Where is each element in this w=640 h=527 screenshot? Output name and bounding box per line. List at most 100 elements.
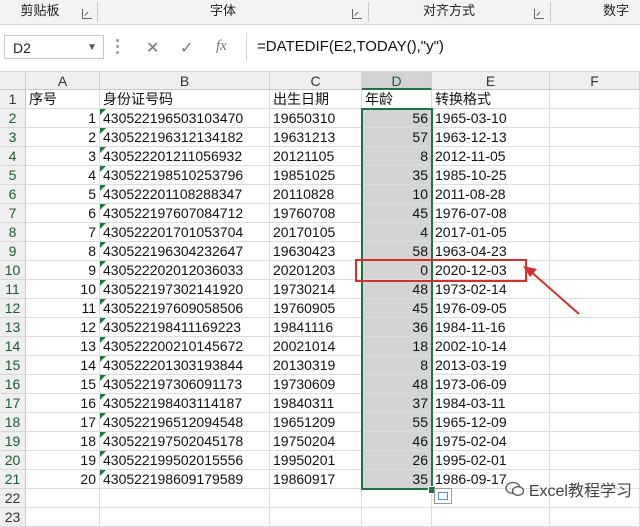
cell-b[interactable] (100, 489, 270, 508)
column-header-f[interactable]: F (550, 72, 640, 90)
cell-f[interactable] (550, 413, 640, 432)
cell-a[interactable]: 10 (26, 280, 100, 299)
alignment-launcher-icon[interactable] (534, 9, 544, 19)
cell-e[interactable]: 1973-06-09 (432, 375, 550, 394)
row-header[interactable]: 10 (0, 261, 26, 280)
row-header[interactable]: 22 (0, 489, 26, 508)
cell-b[interactable]: 430522198403114187 (100, 394, 270, 413)
cell-b[interactable]: 430522201303193844 (100, 356, 270, 375)
cell-e[interactable]: 1984-03-11 (432, 394, 550, 413)
cell-d[interactable]: 35 (362, 166, 432, 185)
row-header[interactable]: 7 (0, 204, 26, 223)
row-header[interactable]: 4 (0, 147, 26, 166)
cell-c[interactable]: 19760905 (270, 299, 362, 318)
cell-b[interactable]: 430522196312134182 (100, 128, 270, 147)
cell-c[interactable] (270, 489, 362, 508)
cell-d[interactable]: 58 (362, 242, 432, 261)
clipboard-launcher-icon[interactable] (82, 9, 92, 19)
select-all-corner[interactable] (0, 72, 26, 90)
row-header[interactable]: 6 (0, 185, 26, 204)
row-header[interactable]: 13 (0, 318, 26, 337)
column-header-e[interactable]: E (432, 72, 550, 90)
cell-f[interactable] (550, 318, 640, 337)
cell-c[interactable]: 19730609 (270, 375, 362, 394)
cell-d[interactable]: 56 (362, 109, 432, 128)
cell-d[interactable]: 8 (362, 147, 432, 166)
cell-f[interactable] (550, 337, 640, 356)
cell-d[interactable]: 48 (362, 375, 432, 394)
cell-c[interactable] (270, 508, 362, 527)
column-header-b[interactable]: B (100, 72, 270, 90)
cell-f[interactable] (550, 451, 640, 470)
row-header[interactable]: 9 (0, 242, 26, 261)
cell-f[interactable] (550, 185, 640, 204)
column-header-c[interactable]: C (270, 72, 362, 90)
cell-c[interactable]: 19651209 (270, 413, 362, 432)
cell-a[interactable]: 4 (26, 166, 100, 185)
header-cell-e[interactable]: 转换格式 (432, 90, 550, 109)
cell-b[interactable]: 430522197609058506 (100, 299, 270, 318)
cell-a[interactable]: 11 (26, 299, 100, 318)
cell-e[interactable]: 1984-11-16 (432, 318, 550, 337)
row-header[interactable]: 8 (0, 223, 26, 242)
cell-e[interactable]: 1976-07-08 (432, 204, 550, 223)
cell-f[interactable] (550, 356, 640, 375)
cell-c[interactable]: 19760708 (270, 204, 362, 223)
cell-a[interactable]: 6 (26, 204, 100, 223)
cell-c[interactable]: 19841116 (270, 318, 362, 337)
cell-d[interactable] (362, 508, 432, 527)
cell-d[interactable] (362, 489, 432, 508)
cell-a[interactable]: 5 (26, 185, 100, 204)
cell-c[interactable]: 19851025 (270, 166, 362, 185)
quick-analysis-icon[interactable] (434, 488, 452, 504)
cell-a[interactable]: 20 (26, 470, 100, 489)
cell-e[interactable]: 1975-02-04 (432, 432, 550, 451)
cell-b[interactable]: 430522197607084712 (100, 204, 270, 223)
cell-b[interactable]: 430522197502045178 (100, 432, 270, 451)
cell-c[interactable]: 19630423 (270, 242, 362, 261)
cell-c[interactable]: 19730214 (270, 280, 362, 299)
header-cell-a[interactable]: 序号 (26, 90, 100, 109)
insert-function-icon[interactable]: fx (216, 38, 227, 55)
cell-b[interactable]: 430522196503103470 (100, 109, 270, 128)
cell-a[interactable] (26, 508, 100, 527)
cell-e[interactable]: 2013-03-19 (432, 356, 550, 375)
chevron-down-icon[interactable]: ▼ (87, 36, 97, 60)
cell-b[interactable]: 430522197306091173 (100, 375, 270, 394)
cell-f[interactable] (550, 432, 640, 451)
cell-d[interactable]: 4 (362, 223, 432, 242)
cell-a[interactable]: 7 (26, 223, 100, 242)
row-header[interactable]: 21 (0, 470, 26, 489)
row-header[interactable]: 1 (0, 90, 26, 109)
row-header[interactable]: 2 (0, 109, 26, 128)
cell-b[interactable]: 430522202012036033 (100, 261, 270, 280)
cell-f[interactable] (550, 147, 640, 166)
cell-f[interactable] (550, 166, 640, 185)
cell-d[interactable]: 8 (362, 356, 432, 375)
cell-a[interactable]: 8 (26, 242, 100, 261)
cell-d[interactable]: 55 (362, 413, 432, 432)
cell-e[interactable]: 2017-01-05 (432, 223, 550, 242)
cell-e[interactable]: 1985-10-25 (432, 166, 550, 185)
column-header-d[interactable]: D (362, 72, 432, 90)
cell-e[interactable]: 2012-11-05 (432, 147, 550, 166)
cell-f[interactable] (550, 508, 640, 527)
row-header[interactable]: 23 (0, 508, 26, 527)
cell-c[interactable]: 20110828 (270, 185, 362, 204)
cell-d[interactable]: 57 (362, 128, 432, 147)
header-cell-f[interactable] (550, 90, 640, 109)
cell-a[interactable]: 3 (26, 147, 100, 166)
cell-a[interactable]: 14 (26, 356, 100, 375)
header-cell-d[interactable]: 年龄 (362, 90, 432, 109)
cell-d[interactable]: 46 (362, 432, 432, 451)
row-header[interactable]: 18 (0, 413, 26, 432)
font-launcher-icon[interactable] (352, 9, 362, 19)
cell-a[interactable]: 13 (26, 337, 100, 356)
cell-d[interactable]: 37 (362, 394, 432, 413)
cell-d[interactable]: 35 (362, 470, 432, 489)
cell-d[interactable]: 36 (362, 318, 432, 337)
cell-c[interactable]: 20021014 (270, 337, 362, 356)
row-header[interactable]: 19 (0, 432, 26, 451)
cell-e[interactable]: 1963-12-13 (432, 128, 550, 147)
cell-a[interactable]: 16 (26, 394, 100, 413)
